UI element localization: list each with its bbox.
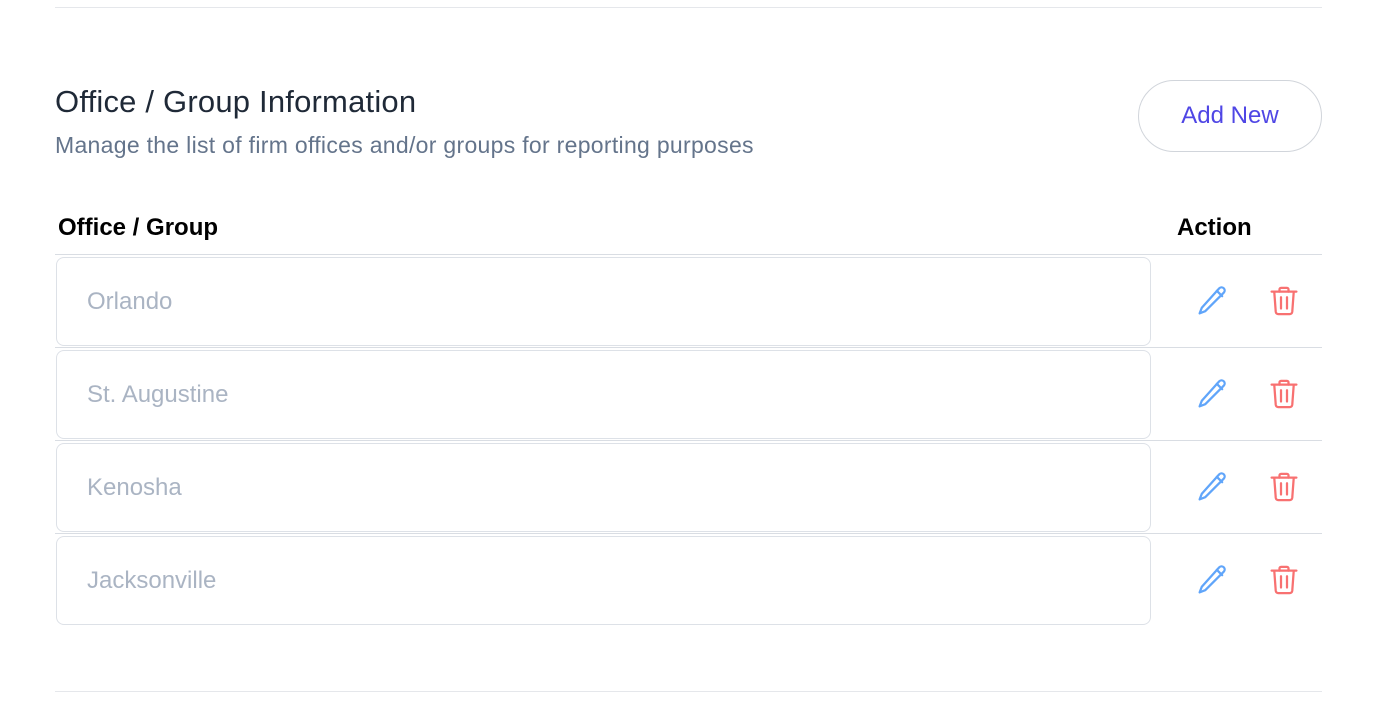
pencil-icon [1198, 286, 1226, 315]
office-group-input[interactable] [56, 443, 1151, 532]
edit-button[interactable] [1194, 283, 1230, 319]
office-group-input[interactable] [56, 536, 1151, 625]
delete-button[interactable] [1266, 469, 1302, 505]
office-group-input[interactable] [56, 257, 1151, 346]
table-row [55, 440, 1322, 533]
bottom-divider [55, 691, 1322, 692]
trash-icon [1270, 286, 1298, 316]
trash-icon [1270, 565, 1298, 595]
top-divider [55, 7, 1322, 8]
add-new-button[interactable]: Add New [1138, 80, 1322, 152]
section-title: Office / Group Information [55, 84, 417, 119]
pencil-icon [1198, 472, 1226, 501]
delete-button[interactable] [1266, 376, 1302, 412]
section-subtitle: Manage the list of firm offices and/or g… [55, 132, 754, 158]
edit-button[interactable] [1194, 376, 1230, 412]
pencil-icon [1198, 379, 1226, 408]
delete-button[interactable] [1266, 283, 1302, 319]
table-row [55, 254, 1322, 347]
column-header-action: Action [1177, 214, 1252, 241]
trash-icon [1270, 472, 1298, 502]
office-group-input[interactable] [56, 350, 1151, 439]
edit-button[interactable] [1194, 469, 1230, 505]
table-row [55, 347, 1322, 440]
office-group-list [55, 254, 1322, 626]
column-header-office-group: Office / Group [58, 214, 219, 241]
table-row [55, 533, 1322, 626]
delete-button[interactable] [1266, 562, 1302, 598]
trash-icon [1270, 379, 1298, 409]
office-group-settings-page: Office / Group Information Manage the li… [0, 0, 1373, 718]
pencil-icon [1198, 565, 1226, 594]
edit-button[interactable] [1194, 562, 1230, 598]
